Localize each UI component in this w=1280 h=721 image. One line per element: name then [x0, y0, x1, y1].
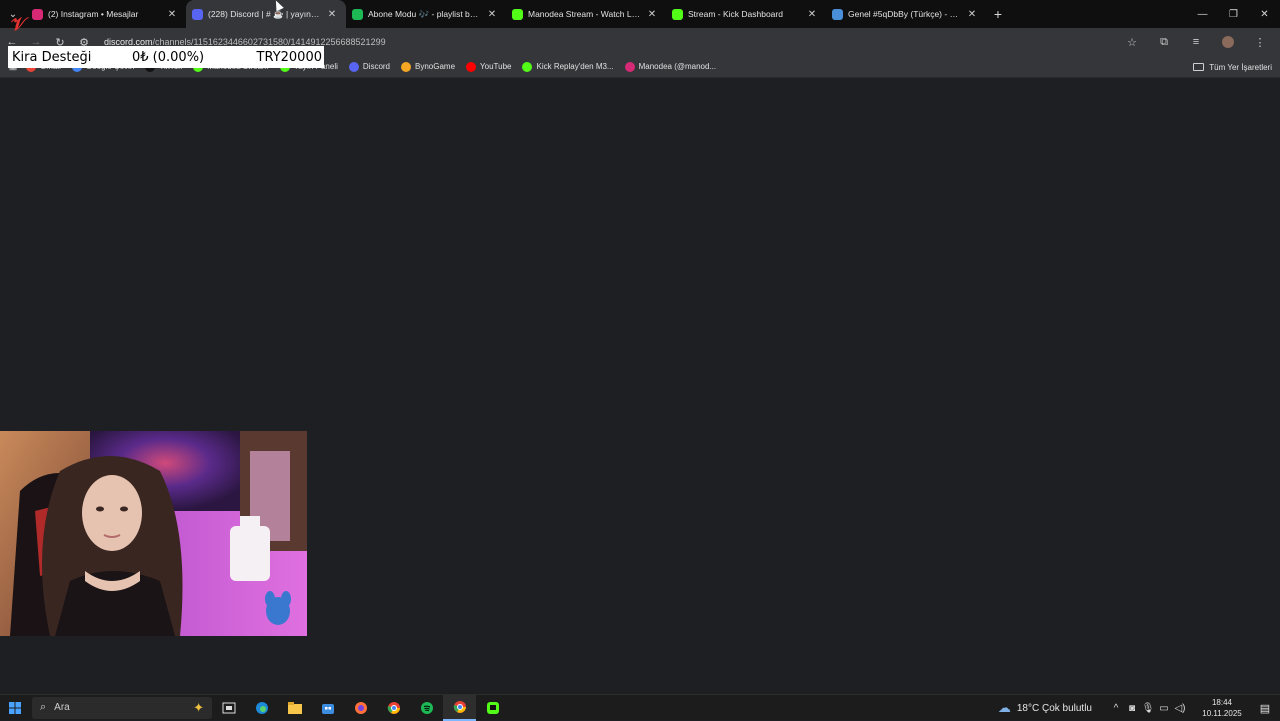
spotify-icon[interactable]: [410, 695, 443, 721]
menu-kebab-icon[interactable]: ⋮: [1244, 36, 1276, 49]
edge-icon[interactable]: [245, 695, 278, 721]
tab-favicon-icon: [32, 8, 43, 20]
browser-tab[interactable]: Stream - Kick Dashboard ✕: [666, 0, 826, 28]
tab-label: Abone Modu 🎶 - playlist by 2…: [368, 8, 482, 19]
cloud-icon: ☁: [997, 700, 1011, 715]
windows-start-icon[interactable]: [0, 695, 30, 721]
tab-label: Stream - Kick Dashboard: [688, 9, 783, 19]
extensions-icon[interactable]: ⧉: [1148, 36, 1180, 49]
donation-title: Kira Desteği: [12, 49, 92, 65]
tab-close-icon[interactable]: ✕: [646, 9, 658, 20]
search-placeholder: Ara: [54, 702, 70, 713]
store-icon[interactable]: [311, 695, 344, 721]
tab-label: (2) Instagram • Mesajlar: [48, 9, 139, 19]
window-controls: — ❐ ✕: [1187, 0, 1280, 28]
tab-favicon-icon: [672, 8, 683, 20]
bookmark-label: Discord: [362, 62, 391, 71]
tab-favicon-icon: [832, 8, 843, 20]
camera-icon[interactable]: ◙: [1124, 703, 1140, 714]
clock[interactable]: 18:44 10.11.2025: [1194, 697, 1250, 719]
notification-icon[interactable]: ▤: [1250, 702, 1280, 715]
bookmark-favicon-icon: [466, 61, 477, 72]
tab-list: (2) Instagram • Mesajlar ✕ (228) Discord |…: [26, 0, 986, 28]
tab-label: Manodea Stream - Watch Live o…: [528, 9, 642, 19]
all-bookmarks-label: Tüm Yer İşaretleri: [1209, 62, 1272, 72]
bookmark-item[interactable]: Discord: [348, 61, 391, 72]
bookmark-item[interactable]: BynoGame: [401, 61, 456, 72]
tab-strip: ⌄ (2) Instagram • Mesajlar ✕ (228) Discord…: [0, 0, 1280, 28]
firefox-icon[interactable]: [344, 695, 377, 721]
bookmark-label: YouTube: [480, 62, 512, 71]
tab-favicon-icon: [352, 8, 363, 20]
bookmark-favicon-icon: [522, 61, 533, 72]
folder-icon: [1193, 63, 1205, 71]
system-tray: ☁ 18°C Çok bulutlu ^ ◙ 🎙 ▭ ◁) 18:44 10.1…: [998, 695, 1280, 721]
webcam-image: [0, 431, 307, 636]
browser-tab[interactable]: (228) Discord | # ☕ | yayın-duyu… ✕: [186, 0, 346, 28]
tab-close-icon[interactable]: ✕: [806, 9, 818, 20]
task-view-icon[interactable]: [212, 695, 245, 721]
copilot-sparkle-icon: ✦: [193, 699, 204, 715]
tab-label: Genel #5qDbBy (Türkçe) - Gart…: [848, 9, 962, 19]
microphone-icon[interactable]: 🎙: [1140, 703, 1156, 714]
bookmark-item[interactable]: Manodea (@manod...: [624, 61, 717, 72]
taskbar-search[interactable]: ⌕ Ara ✦: [32, 696, 212, 719]
chrome-active-icon[interactable]: [443, 694, 476, 721]
weather-widget[interactable]: ☁ 18°C Çok bulutlu: [998, 700, 1092, 716]
tray-overflow-icon[interactable]: ^: [1108, 703, 1124, 714]
donation-goal-widget: Kira Desteği 0₺ (0.00%) TRY20000: [8, 46, 324, 68]
minimize-icon[interactable]: —: [1187, 0, 1218, 28]
close-window-icon[interactable]: ✕: [1249, 0, 1280, 28]
bookmark-favicon-icon: [624, 61, 635, 72]
network-icon[interactable]: ▭: [1156, 703, 1172, 714]
toolbar-actions: ☆ ⧉ ≡ ⋮: [1116, 28, 1276, 56]
tab-favicon-icon: [192, 8, 203, 20]
clock-date: 10.11.2025: [1202, 709, 1242, 718]
media-control-icon[interactable]: ≡: [1180, 36, 1212, 48]
browser-tab[interactable]: (2) Instagram • Mesajlar ✕: [26, 0, 186, 28]
volume-icon[interactable]: ◁): [1172, 703, 1188, 714]
tab-close-icon[interactable]: ✕: [326, 9, 338, 20]
clock-time: 18:44: [1211, 698, 1233, 707]
all-bookmarks-button[interactable]: Tüm Yer İşaretleri: [1193, 56, 1272, 78]
bookmark-item[interactable]: Kick Replay'den M3...: [522, 61, 614, 72]
taskbar: ⌕ Ara ✦ ☁ 18°C Çok bulutlu ^ ◙ 🎙 ▭ ◁) 18…: [0, 694, 1280, 721]
search-icon: ⌕: [40, 701, 47, 713]
donation-amount: 0₺ (0.00%): [132, 49, 205, 65]
tab-close-icon[interactable]: ✕: [486, 9, 498, 20]
profile-avatar[interactable]: [1222, 36, 1234, 48]
bookmark-label: BynoGame: [415, 62, 456, 71]
browser-tab[interactable]: Abone Modu 🎶 - playlist by 2… ✕: [346, 0, 506, 28]
new-tab-button[interactable]: +: [986, 6, 1010, 22]
browser-tab[interactable]: Genel #5qDbBy (Türkçe) - Gart… ✕: [826, 0, 986, 28]
restore-icon[interactable]: ❐: [1218, 0, 1249, 28]
weather-text: 18°C Çok bulutlu: [1016, 702, 1092, 714]
bookmark-item[interactable]: YouTube: [466, 61, 512, 72]
tab-close-icon[interactable]: ✕: [166, 9, 178, 20]
tab-close-icon[interactable]: ✕: [966, 9, 978, 20]
file-explorer-icon[interactable]: [278, 695, 311, 721]
browser-tab[interactable]: Manodea Stream - Watch Live o… ✕: [506, 0, 666, 28]
bookmark-label: Kick Replay'den M3...: [536, 62, 614, 71]
bookmark-favicon-icon: [401, 61, 412, 72]
chrome-icon[interactable]: [377, 695, 410, 721]
donation-goal: TRY20000: [256, 49, 322, 65]
kick-app-icon[interactable]: [476, 695, 509, 721]
webcam-feed: [0, 431, 307, 636]
bookmark-label: Manodea (@manod...: [638, 62, 717, 71]
stream-logo-icon: 𝒱: [11, 14, 26, 35]
bookmark-favicon-icon: [348, 61, 359, 72]
tab-label: (228) Discord | # ☕ | yayın-duyu…: [208, 8, 322, 19]
tab-favicon-icon: [512, 8, 523, 20]
bookmark-star-icon[interactable]: ☆: [1116, 36, 1148, 49]
